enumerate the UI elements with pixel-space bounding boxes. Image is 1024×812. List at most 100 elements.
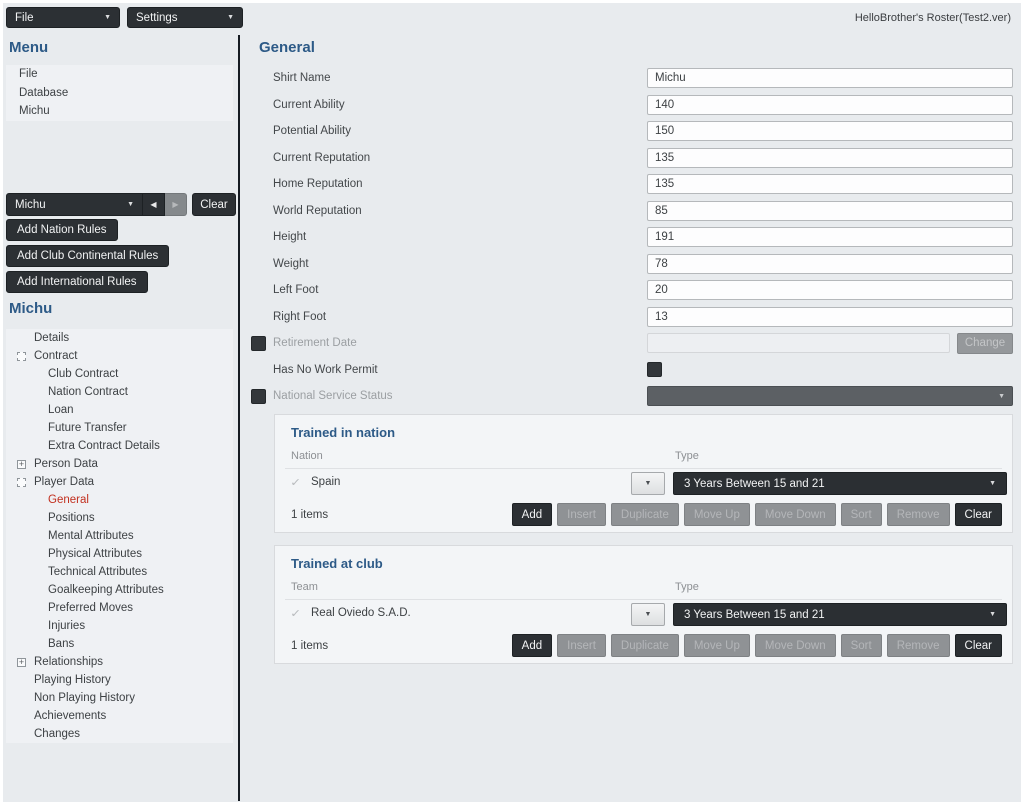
weight-input[interactable] xyxy=(647,253,1013,274)
tree-item-extra-contract-details[interactable]: Extra Contract Details xyxy=(6,437,233,455)
add-international-rules-button[interactable]: Add International Rules xyxy=(6,271,148,293)
sidebar-item-michu[interactable]: Michu xyxy=(6,102,233,121)
move-down-button: Move Down xyxy=(754,503,836,526)
add-club-continental-rules-button[interactable]: Add Club Continental Rules xyxy=(6,245,170,267)
tree-item-club-contract[interactable]: Club Contract xyxy=(6,365,233,383)
chevron-down-icon: ▼ xyxy=(227,14,234,21)
tree-item-relationships[interactable]: + Relationships xyxy=(6,653,233,671)
world-reputation-input[interactable] xyxy=(647,200,1013,221)
app-window: File ▼ Settings ▼ HelloBrother's Roster(… xyxy=(3,3,1021,802)
tree-item-nation-contract[interactable]: Nation Contract xyxy=(6,383,233,401)
nation-picker-dropdown[interactable]: ▼ xyxy=(631,472,665,495)
panel-footer: 1 items Add Insert Duplicate Move Up Mov… xyxy=(285,634,1002,657)
retirement-date-input xyxy=(647,333,950,354)
expand-icon[interactable]: + xyxy=(17,459,26,469)
tree-item-details[interactable]: Details xyxy=(6,329,233,347)
general-form: Shirt Name Current Ability Potential Abi… xyxy=(251,65,1013,410)
field-label: Shirt Name xyxy=(273,72,331,85)
column-header-nation: Nation xyxy=(291,450,323,462)
potential-ability-input[interactable] xyxy=(647,121,1013,142)
tree-item-technical-attributes[interactable]: Technical Attributes xyxy=(6,563,233,581)
sidebar-item-file[interactable]: File xyxy=(6,65,233,84)
move-up-button: Move Up xyxy=(683,634,750,657)
table-row: ✓ Real Oviedo S.A.D. ▼ 3 Years Between 1… xyxy=(285,600,1007,628)
team-picker-dropdown[interactable]: ▼ xyxy=(631,603,665,626)
tree-item-playing-history[interactable]: Playing History xyxy=(6,671,233,689)
field-label: Retirement Date xyxy=(273,337,357,350)
tree-item-injuries[interactable]: Injuries xyxy=(6,617,233,635)
tree-item-player-data[interactable]: Player Data xyxy=(6,473,233,491)
field-label: Left Foot xyxy=(273,284,319,297)
duplicate-button: Duplicate xyxy=(610,503,679,526)
clear-record-button[interactable]: Clear xyxy=(192,193,236,216)
home-reputation-input[interactable] xyxy=(647,174,1013,195)
record-navigation: Michu ▼ ◀ ▶ Clear xyxy=(6,193,236,216)
column-header-row: Team Type xyxy=(285,578,1002,600)
tree-item-mental-attributes[interactable]: Mental Attributes xyxy=(6,527,233,545)
tree-item-non-playing-history[interactable]: Non Playing History xyxy=(6,689,233,707)
tree-item-loan[interactable]: Loan xyxy=(6,401,233,419)
chevron-down-icon: ▼ xyxy=(998,392,1005,400)
collapse-icon[interactable] xyxy=(17,477,26,487)
work-permit-checkbox[interactable] xyxy=(647,362,662,378)
window-title: HelloBrother's Roster(Test2.ver) xyxy=(854,12,1011,24)
national-service-dropdown: ▼ xyxy=(647,386,1013,407)
field-label: Right Foot xyxy=(273,310,327,323)
height-input[interactable] xyxy=(647,227,1013,248)
tree-item-future-transfer[interactable]: Future Transfer xyxy=(6,419,233,437)
type-dropdown[interactable]: 3 Years Between 15 and 21 ▼ xyxy=(673,472,1007,495)
change-date-button: Change xyxy=(957,332,1013,354)
duplicate-button: Duplicate xyxy=(610,634,679,657)
column-header-type: Type xyxy=(675,581,699,593)
tree-item-person-data[interactable]: + Person Data xyxy=(6,455,233,473)
expand-icon[interactable]: + xyxy=(17,657,26,667)
player-title: Michu xyxy=(9,300,53,317)
move-down-button: Move Down xyxy=(754,634,836,657)
type-dropdown[interactable]: 3 Years Between 15 and 21 ▼ xyxy=(673,603,1007,626)
current-ability-input[interactable] xyxy=(647,94,1013,115)
settings-menu-label: Settings xyxy=(136,11,178,24)
navigation-tree: Details Contract Club Contract Nation Co… xyxy=(6,329,233,743)
check-icon: ✓ xyxy=(290,477,302,489)
settings-menu-dropdown[interactable]: Settings ▼ xyxy=(127,7,243,28)
record-selector[interactable]: Michu ▼ xyxy=(6,193,143,216)
column-header-row: Nation Type xyxy=(285,447,1002,469)
menu-title: Menu xyxy=(9,39,49,56)
national-service-checkbox[interactable] xyxy=(251,388,266,404)
tree-item-positions[interactable]: Positions xyxy=(6,509,233,527)
tree-item-general[interactable]: General xyxy=(6,491,233,509)
add-button[interactable]: Add xyxy=(511,634,553,657)
field-label: Height xyxy=(273,231,307,244)
record-selector-value: Michu xyxy=(15,198,46,211)
page-title: General xyxy=(259,39,315,56)
tree-item-preferred-moves[interactable]: Preferred Moves xyxy=(6,599,233,617)
tree-item-achievements[interactable]: Achievements xyxy=(6,707,233,725)
chevron-down-icon: ▼ xyxy=(989,480,996,487)
left-arrow-icon: ◀ xyxy=(150,200,157,209)
chevron-down-icon: ▼ xyxy=(989,611,996,618)
tree-item-goalkeeping-attributes[interactable]: Goalkeeping Attributes xyxy=(6,581,233,599)
remove-button: Remove xyxy=(886,634,950,657)
tree-item-physical-attributes[interactable]: Physical Attributes xyxy=(6,545,233,563)
shirt-name-input[interactable] xyxy=(647,68,1013,89)
current-reputation-input[interactable] xyxy=(647,147,1013,168)
field-label: World Reputation xyxy=(273,204,362,217)
tree-item-bans[interactable]: Bans xyxy=(6,635,233,653)
collapse-icon[interactable] xyxy=(17,351,26,361)
retirement-date-checkbox[interactable] xyxy=(251,335,266,351)
file-menu-label: File xyxy=(15,11,34,24)
right-foot-input[interactable] xyxy=(647,306,1013,327)
panel-title: Trained in nation xyxy=(291,425,396,440)
sidebar-item-database[interactable]: Database xyxy=(6,84,233,103)
clear-button[interactable]: Clear xyxy=(954,634,1002,657)
tree-item-changes[interactable]: Changes xyxy=(6,725,233,743)
clear-button[interactable]: Clear xyxy=(954,503,1002,526)
menu-list: File Database Michu xyxy=(6,65,233,121)
left-foot-input[interactable] xyxy=(647,280,1013,301)
tree-item-contract[interactable]: Contract xyxy=(6,347,233,365)
prev-record-button[interactable]: ◀ xyxy=(143,193,165,216)
add-button[interactable]: Add xyxy=(511,503,553,526)
file-menu-dropdown[interactable]: File ▼ xyxy=(6,7,120,28)
remove-button: Remove xyxy=(886,503,950,526)
add-nation-rules-button[interactable]: Add Nation Rules xyxy=(6,219,118,241)
